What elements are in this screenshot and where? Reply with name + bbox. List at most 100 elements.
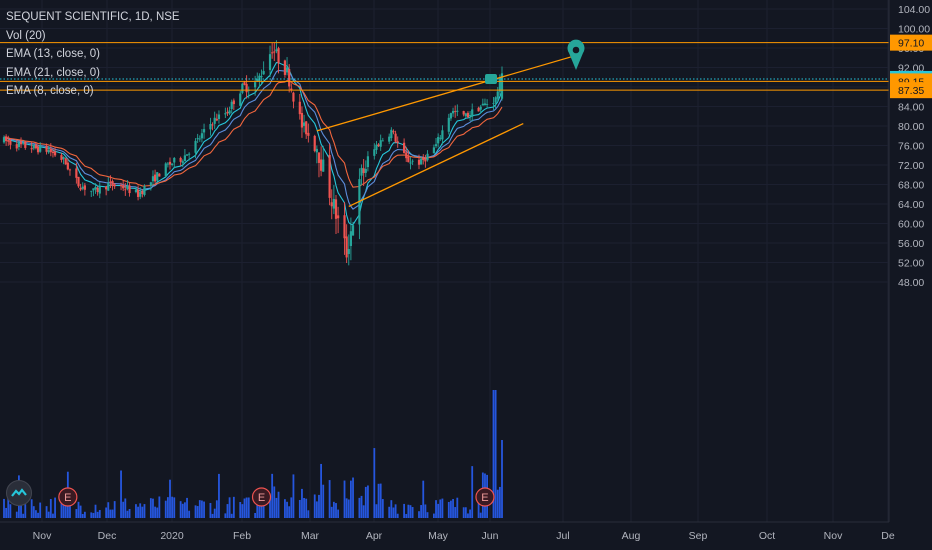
candle-body [60, 155, 63, 160]
volume-bar [364, 486, 367, 518]
volume-bar [388, 506, 391, 518]
volume-bar [213, 508, 216, 518]
candle-body [22, 142, 25, 144]
price-tick-label: 56.00 [898, 238, 924, 250]
volume-bar [15, 511, 18, 518]
earnings-label: E [64, 492, 71, 504]
earnings-marker-icon[interactable]: E [251, 487, 272, 507]
volume-bar [273, 486, 276, 518]
volume-bar [96, 511, 99, 518]
volume-bar [345, 498, 348, 518]
volume-bar [105, 507, 108, 518]
candle-body [362, 168, 365, 174]
legend-ema21[interactable]: EMA (21, close, 0) [6, 64, 180, 83]
volume-bar [122, 501, 125, 518]
price-tick-label: 100.00 [898, 24, 930, 36]
time-tick-label: Jul [556, 530, 569, 542]
candle-body [134, 189, 138, 193]
candle-body [254, 82, 257, 88]
volume-bar [467, 513, 469, 518]
time-tick-label: Dec [98, 530, 117, 542]
candle-body [181, 161, 184, 163]
tradingview-logo-icon[interactable] [6, 480, 32, 506]
volume-bar [9, 504, 12, 518]
volume-bar [456, 497, 459, 518]
candle-body [417, 159, 421, 165]
volume-bar [181, 503, 184, 518]
volume-bar [435, 500, 437, 518]
candle-body [277, 48, 280, 64]
volume-bar [211, 513, 214, 518]
time-tick-label: Oct [759, 530, 775, 542]
candle-body [77, 176, 80, 187]
volume-bar [35, 510, 37, 518]
candle-body [468, 115, 472, 117]
earnings-marker-icon[interactable]: E [58, 487, 78, 507]
volume-bar [292, 474, 295, 518]
volume-bar [171, 496, 174, 518]
candle-body [403, 142, 406, 153]
candle-body [268, 54, 272, 70]
legend-vol[interactable]: Vol (20) [6, 27, 180, 46]
candle-body [273, 51, 276, 53]
volume-bar [426, 512, 429, 518]
candle-body [245, 83, 248, 93]
volume-bar [39, 502, 42, 518]
candle-body [124, 189, 127, 191]
volume-bar [139, 503, 142, 518]
symbol-title[interactable]: SEQUENT SCIENTIFIC, 1D, NSE [6, 8, 180, 27]
candle-body [158, 173, 161, 177]
candle-body [139, 192, 142, 197]
candle-body [36, 146, 40, 153]
candle-body [83, 185, 86, 190]
volume-bar [239, 501, 242, 518]
volume-bar [441, 498, 444, 518]
volume-bar [79, 505, 82, 518]
volume-bar [450, 500, 452, 518]
legend-ema13[interactable]: EMA (13, close, 0) [6, 45, 180, 64]
candle-body [394, 133, 397, 142]
candle-body [215, 118, 218, 121]
volume-bar [318, 494, 320, 518]
candle-body [126, 185, 129, 190]
price-level-tag[interactable]: 97.10 [890, 34, 932, 51]
volume-bar [54, 497, 56, 518]
candle-body [171, 163, 174, 165]
candle-body [154, 174, 157, 182]
candle-body [107, 182, 110, 191]
volume-bar [411, 507, 414, 518]
volume-bar [349, 480, 352, 518]
earnings-label: E [481, 492, 488, 504]
candle-body [320, 159, 323, 171]
volume-bar [315, 501, 318, 518]
candle-body [24, 141, 27, 148]
candle-body [90, 190, 93, 192]
candle-body [347, 248, 350, 255]
candle-body [262, 71, 265, 75]
candle-body [188, 153, 191, 155]
candle-body [230, 101, 233, 110]
candle-body [79, 187, 82, 190]
candle-body [136, 189, 140, 197]
volume-bar [209, 502, 212, 518]
candle-body [232, 100, 235, 105]
candle-body [200, 133, 204, 139]
volume-bar [183, 502, 186, 518]
legend-ema8[interactable]: EMA (8, close, 0) [6, 82, 180, 101]
time-tick-label: Aug [622, 530, 641, 542]
candle-body [366, 156, 370, 168]
volume-bar [45, 506, 48, 518]
volume-bar [196, 506, 199, 518]
flag-marker-icon[interactable] [485, 73, 497, 84]
price-level-tag[interactable]: 87.35 [890, 82, 932, 99]
volume-bar [22, 513, 25, 518]
candle-body [343, 215, 346, 239]
candle-body [451, 110, 455, 114]
candle-body [337, 215, 340, 219]
candle-body [96, 187, 99, 192]
candle-body [496, 91, 499, 99]
earnings-marker-icon[interactable]: E [475, 487, 495, 507]
volume-bar [379, 483, 382, 518]
candle-body [332, 198, 335, 209]
candle-body [313, 135, 316, 151]
